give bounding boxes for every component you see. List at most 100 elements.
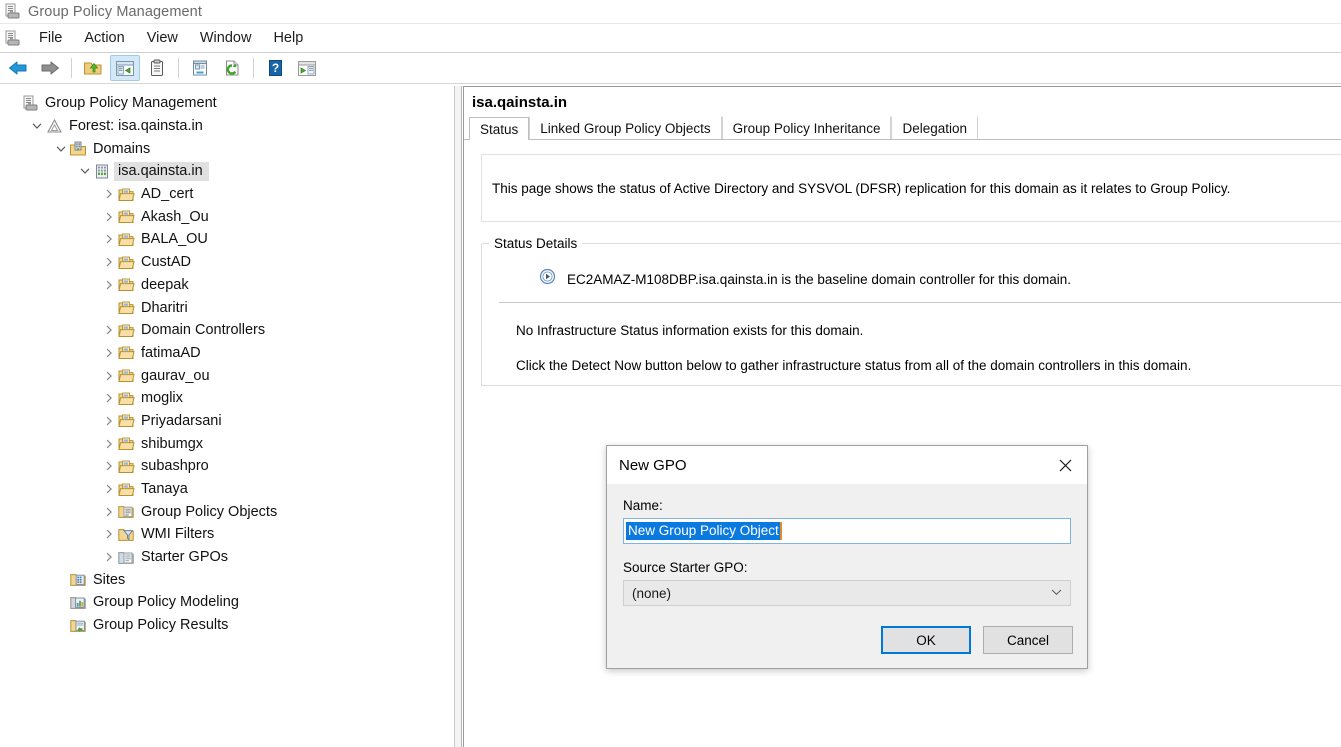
chevron-right-icon[interactable] [101, 209, 117, 225]
domain-icon [93, 162, 111, 180]
forward-arrow-icon[interactable] [35, 55, 65, 81]
ou-icon [117, 253, 135, 271]
menu-window[interactable]: Window [189, 27, 263, 49]
chevron-right-icon[interactable] [101, 504, 117, 520]
title-bar: Group Policy Management [0, 0, 1341, 24]
tree-item-tanaya[interactable]: Tanaya [0, 478, 454, 501]
chevron-right-icon[interactable] [101, 526, 117, 542]
tree-item-ad-cert[interactable]: AD_cert [0, 183, 454, 206]
chevron-right-icon[interactable] [101, 390, 117, 406]
tree-item-label: AD_cert [141, 186, 194, 203]
gpmc-icon [4, 3, 21, 20]
tree-item-akash-ou[interactable]: Akash_Ou [0, 205, 454, 228]
toolbar-separator [253, 58, 254, 78]
show-hide-tree-icon[interactable] [110, 55, 140, 81]
ok-button[interactable]: OK [881, 626, 971, 654]
new-gpo-dialog[interactable]: New GPO Name: New Group Policy Object So… [606, 445, 1088, 669]
chevron-down-icon[interactable] [53, 141, 69, 157]
ou-icon [117, 389, 135, 407]
no-expander [53, 572, 69, 588]
tab-group-policy-inheritance[interactable]: Group Policy Inheritance [721, 116, 892, 139]
tree-item-label: subashpro [141, 458, 209, 475]
export-list-icon[interactable] [185, 55, 215, 81]
tree-item-domain-controllers[interactable]: Domain Controllers [0, 319, 454, 342]
tree-item-label: Group Policy Results [93, 617, 229, 634]
up-folder-icon[interactable] [78, 55, 108, 81]
tree-item-group-policy-results[interactable]: Group Policy Results [0, 614, 454, 637]
properties-icon[interactable] [142, 55, 172, 81]
chevron-right-icon[interactable] [101, 254, 117, 270]
gpmc-icon [21, 94, 39, 112]
tree-item-label: Starter GPOs [141, 549, 229, 566]
tree-item-subashpro[interactable]: subashpro [0, 455, 454, 478]
tree-item-moglix[interactable]: moglix [0, 387, 454, 410]
chevron-right-icon[interactable] [101, 322, 117, 338]
tree-item-gaurav-ou[interactable]: gaurav_ou [0, 364, 454, 387]
chevron-right-icon[interactable] [101, 413, 117, 429]
gp-modeling-icon [69, 593, 87, 611]
tree-item-deepak[interactable]: deepak [0, 274, 454, 297]
chevron-down-icon[interactable] [29, 118, 45, 134]
tree-item-label: Sites [93, 571, 126, 588]
source-starter-gpo-select[interactable]: (none) [623, 580, 1071, 606]
tree-item-starter-gpos[interactable]: Starter GPOs [0, 546, 454, 569]
tree-item-bala-ou[interactable]: BALA_OU [0, 228, 454, 251]
close-icon[interactable] [1043, 447, 1087, 484]
starter-gpo-icon [117, 548, 135, 566]
intro-panel: This page shows the status of Active Dir… [481, 154, 1341, 222]
console-tree-pane[interactable]: Group Policy Management Forest: isa.qains… [0, 86, 455, 747]
tree-item-forest-isa-qainsta-in[interactable]: Forest: isa.qainsta.in [0, 115, 454, 138]
ou-icon [117, 276, 135, 294]
help-icon[interactable]: ? [260, 55, 290, 81]
no-infrastructure-text: No Infrastructure Status information exi… [516, 323, 864, 338]
tree-item-shibumgx[interactable]: shibumgx [0, 432, 454, 455]
chevron-right-icon[interactable] [101, 436, 117, 452]
tab-delegation[interactable]: Delegation [891, 116, 978, 139]
menu-bar: File Action View Window Help [0, 24, 1341, 53]
show-console-tree-icon[interactable] [292, 55, 322, 81]
tree-item-priyadarsani[interactable]: Priyadarsani [0, 410, 454, 433]
tree-item-group-policy-modeling[interactable]: Group Policy Modeling [0, 591, 454, 614]
tree-item-sites[interactable]: Sites [0, 568, 454, 591]
tree-item-fatimaad[interactable]: fatimaAD [0, 342, 454, 365]
refresh-icon[interactable] [217, 55, 247, 81]
menu-file[interactable]: File [28, 27, 73, 49]
tree-item-isa-qainsta-in[interactable]: isa.qainsta.in [0, 160, 454, 183]
tree-item-group-policy-management[interactable]: Group Policy Management [0, 92, 454, 115]
pane-splitter[interactable] [455, 86, 462, 747]
chevron-right-icon[interactable] [101, 549, 117, 565]
chevron-right-icon[interactable] [101, 277, 117, 293]
tree-item-label: Domain Controllers [141, 322, 266, 339]
tab-linked-group-policy-objects[interactable]: Linked Group Policy Objects [529, 116, 722, 139]
ou-icon [117, 435, 135, 453]
cancel-button[interactable]: Cancel [983, 626, 1073, 654]
name-input[interactable]: New Group Policy Object [623, 518, 1071, 544]
tree-item-dharitri[interactable]: Dharitri [0, 296, 454, 319]
ou-icon [117, 208, 135, 226]
tab-strip: Status Linked Group Policy Objects Group… [464, 116, 1341, 140]
tree-item-domains[interactable]: Domains [0, 137, 454, 160]
no-expander [53, 617, 69, 633]
dialog-title: New GPO [619, 456, 687, 474]
tab-status[interactable]: Status [469, 117, 530, 140]
chevron-right-icon[interactable] [101, 186, 117, 202]
tree-item-custad[interactable]: CustAD [0, 251, 454, 274]
chevron-right-icon[interactable] [101, 345, 117, 361]
chevron-right-icon[interactable] [101, 368, 117, 384]
menu-action[interactable]: Action [73, 27, 135, 49]
gp-results-icon [69, 616, 87, 634]
chevron-right-icon[interactable] [101, 231, 117, 247]
chevron-right-icon[interactable] [101, 458, 117, 474]
chevron-down-icon[interactable] [77, 163, 93, 179]
chevron-right-icon[interactable] [101, 481, 117, 497]
back-arrow-icon[interactable] [3, 55, 33, 81]
tree-item-label: moglix [141, 390, 183, 407]
ou-icon [117, 185, 135, 203]
baseline-dc-row: EC2AMAZ-M108DBP.isa.qainsta.in is the ba… [482, 244, 1341, 302]
no-expander [53, 594, 69, 610]
tree-item-group-policy-objects[interactable]: Group Policy Objects [0, 500, 454, 523]
tree-item-label: Group Policy Management [45, 95, 217, 112]
menu-help[interactable]: Help [262, 27, 314, 49]
tree-item-wmi-filters[interactable]: WMI Filters [0, 523, 454, 546]
menu-view[interactable]: View [136, 27, 189, 49]
